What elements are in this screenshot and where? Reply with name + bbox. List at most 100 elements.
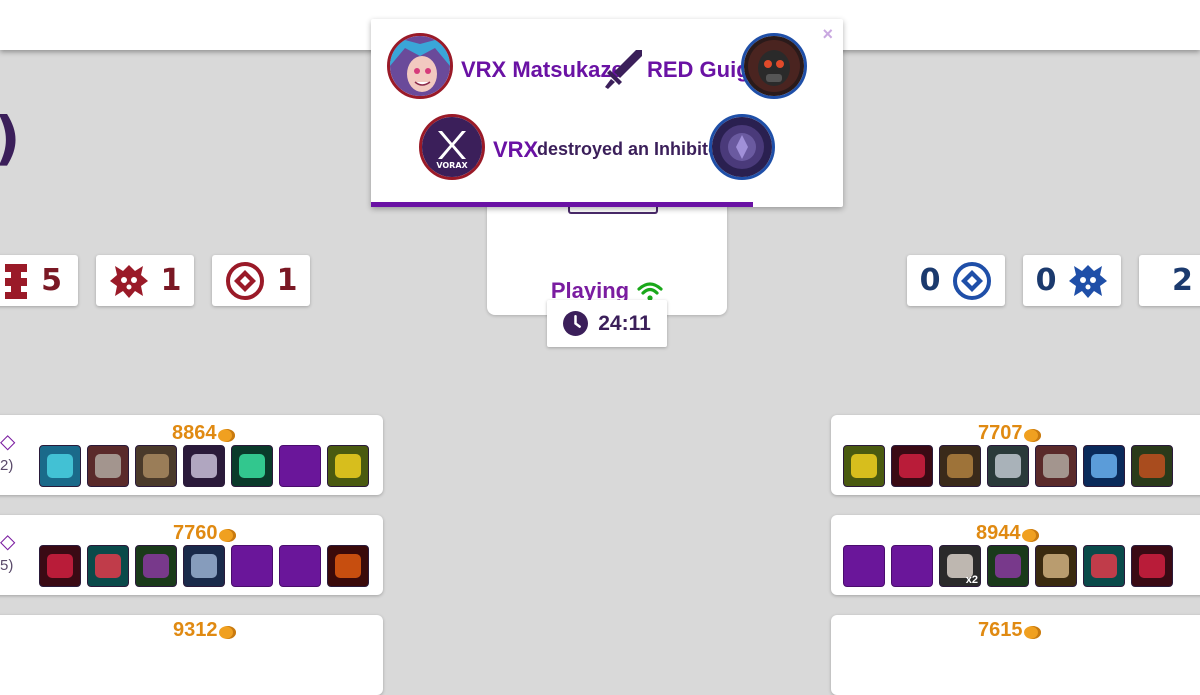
team-name: VRX [493,137,539,162]
left-player-card-3: 9312 [0,615,383,695]
tower-icon [5,263,28,299]
event-description: destroyed an Inhibitor [537,139,727,159]
item-art [1043,554,1069,578]
right-barons-count: 0 [1035,263,1057,298]
match-time: 24:11 [598,311,651,335]
player-level: 2) [0,457,14,474]
gold-coin-icon [1023,626,1041,639]
dagger-item-icon [183,445,225,487]
player-gold: 7760 [173,522,236,545]
empty-item-slot [279,545,321,587]
left-towers-stat: 5 [0,255,78,306]
notification-timer-bar [371,202,843,207]
item-art [239,454,265,478]
player-gold: 9312 [173,619,236,642]
swift-boots-item-icon [87,545,129,587]
item-art [95,454,121,478]
gold-coin-icon [1021,529,1039,542]
match-status-card: Playing [487,190,727,315]
team-title-fragment: ) [0,104,21,172]
item-row [39,545,369,587]
left-player-card-1: ◇ 2) 8864 [0,415,383,495]
ruby-item-icon [39,545,81,587]
wifi-icon [637,282,663,301]
role-diamond-icon: ◇ [0,431,16,453]
ward-x2-item-icon: x2 [939,545,981,587]
empty-item-slot [891,545,933,587]
close-icon[interactable]: × [822,24,833,45]
hammer-item-icon [135,445,177,487]
sunflower-item-icon [843,445,885,487]
notification-timer-fill [371,202,754,207]
gold-amount: 7707 [978,422,1023,444]
item-art [899,454,925,478]
team-logo-avatar: VORAX [419,114,485,180]
left-inhibitors-count: 1 [276,263,298,298]
gold-amount: 9312 [173,619,218,641]
right-player-card-2: 8944 x2 [831,515,1200,595]
gold-coin-icon [1023,429,1041,442]
player-gold: 8864 [172,422,235,445]
item-art [143,554,169,578]
right-towers-stat: 2 [1139,255,1200,306]
left-player-card-2: ◇ 5) 7760 [0,515,383,595]
empty-item-slot [231,545,273,587]
item-art [335,554,361,578]
boots-item-icon [87,445,129,487]
crystal-item-icon [1083,445,1125,487]
baron-icon [109,264,148,298]
right-player-card-1: 7707 [831,415,1200,495]
item-art [1139,554,1165,578]
item-art [143,454,169,478]
item-art [191,454,217,478]
gold-amount: 8864 [172,422,217,444]
item-art [947,454,973,478]
empty-item-slot [279,445,321,487]
lava-tome-item-icon [327,545,369,587]
left-towers-count: 5 [41,263,62,298]
killer-name: VRX Matsukaze [461,57,624,82]
ruby-item-icon [1131,545,1173,587]
match-timer: 24:11 [547,300,667,347]
inhibitor-avatar [709,114,775,180]
shield-item-icon [939,445,981,487]
event-notification-popup: × VRX Matsukaze RED Guigo VORAX VRX dest… [371,19,843,207]
item-art [1043,454,1069,478]
boots-item-icon [1035,445,1077,487]
right-inhibitors-stat: 0 [907,255,1005,306]
item-row: x2 [843,545,1173,587]
runic-blade-item-icon [39,445,81,487]
helm-item-icon [1131,445,1173,487]
item-row [39,445,369,487]
item-art [1091,554,1117,578]
killer-champion-avatar [387,33,453,99]
player-gold: 8944 [976,522,1039,545]
player-gold: 7615 [978,619,1041,642]
item-art [191,554,217,578]
right-towers-count: 2 [1172,263,1193,298]
victim-champion-avatar [741,33,807,99]
left-inhibitors-stat: 1 [212,255,310,306]
gauntlet-item-icon [1035,545,1077,587]
item-stack-count: x2 [965,574,978,586]
gold-coin-icon [218,626,236,639]
left-barons-stat: 1 [96,255,194,306]
right-barons-stat: 0 [1023,255,1121,306]
item-art [47,454,73,478]
inhibitor-icon [953,261,992,300]
team-logo-wordmark: VORAX [436,161,468,170]
gold-coin-icon [217,429,235,442]
right-player-card-3: 7615 [831,615,1200,695]
item-art [47,554,73,578]
item-row [843,445,1173,487]
sunflower-item-icon [327,445,369,487]
player-gold: 7707 [978,422,1041,445]
ruby-item-icon [891,445,933,487]
left-barons-count: 1 [160,263,182,298]
item-art [1139,454,1165,478]
gold-amount: 8944 [976,522,1021,544]
item-art [995,554,1021,578]
baron-icon [1069,264,1108,298]
item-art [335,454,361,478]
right-inhibitors-count: 0 [919,263,941,298]
